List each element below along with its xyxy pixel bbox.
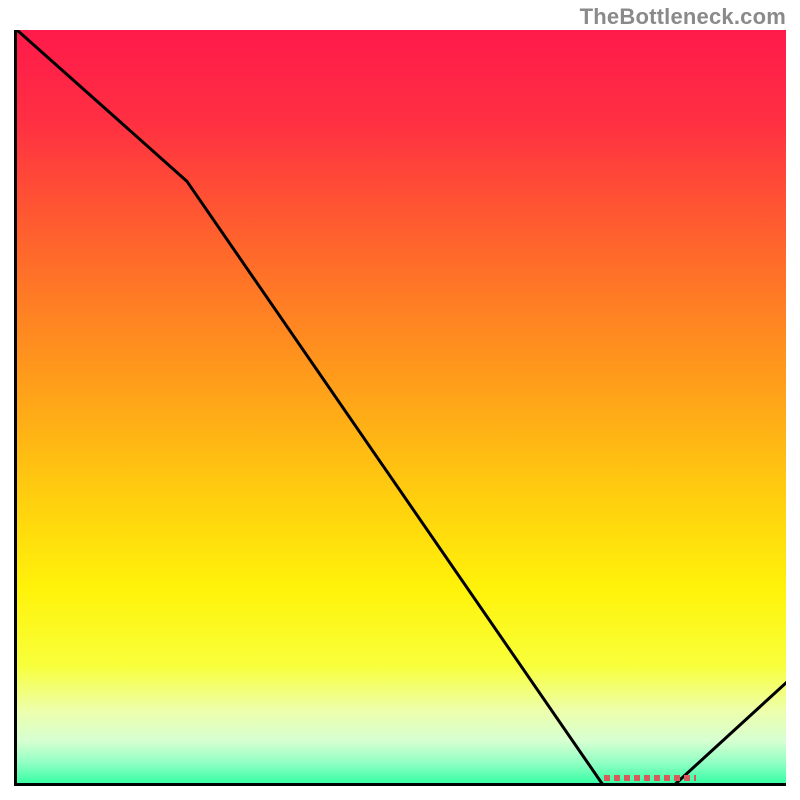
chart-container: TheBottleneck.com: [0, 0, 800, 800]
watermark-text: TheBottleneck.com: [580, 4, 786, 30]
optimal-marker-band: [604, 775, 697, 781]
plot-area: [14, 30, 786, 786]
curve-line: [17, 30, 786, 786]
